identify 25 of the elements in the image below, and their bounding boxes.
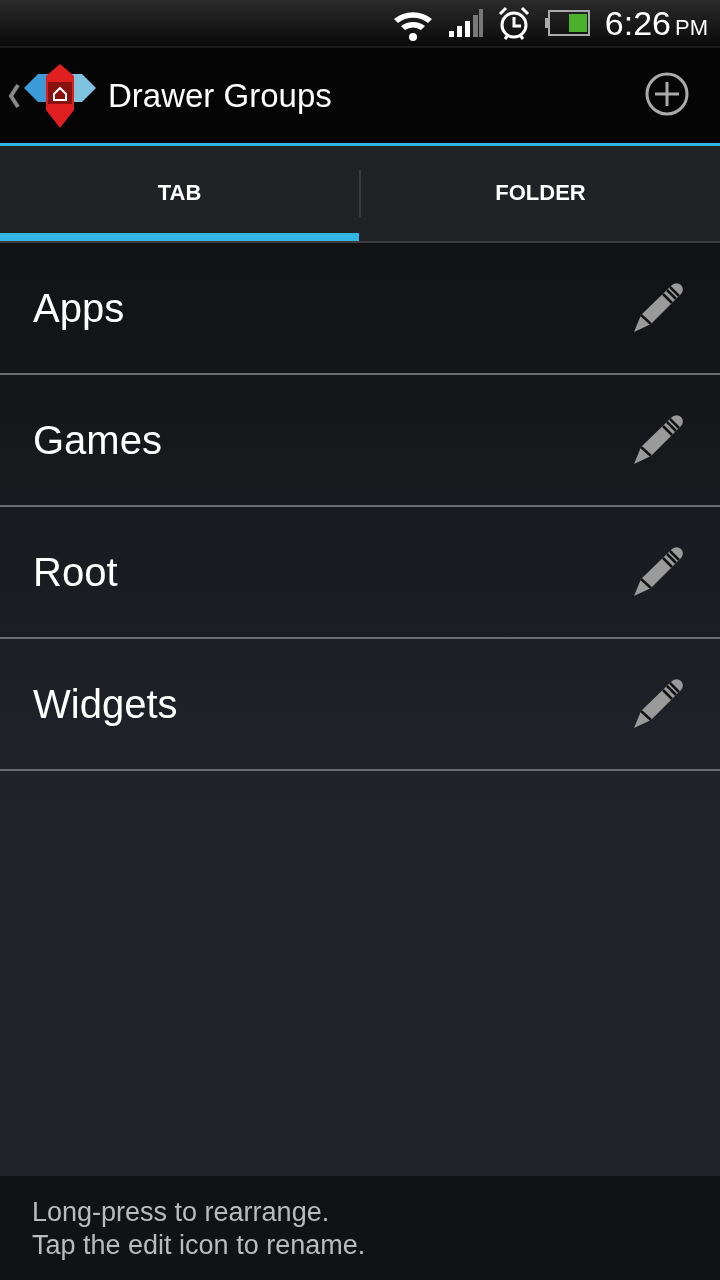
app-logo-icon <box>22 63 98 128</box>
pencil-icon <box>632 282 684 334</box>
edit-button[interactable] <box>632 546 684 598</box>
group-name[interactable]: Apps <box>33 285 632 331</box>
edit-button[interactable] <box>632 678 684 730</box>
group-name[interactable]: Games <box>33 417 632 463</box>
alarm-clock-icon <box>496 6 531 40</box>
edit-button[interactable] <box>632 414 684 466</box>
back-chevron-icon <box>8 82 20 109</box>
edit-button[interactable] <box>632 282 684 334</box>
hint-text: Long-press to rearrange. <box>32 1196 331 1229</box>
battery-icon <box>544 10 591 36</box>
pencil-icon <box>632 546 684 598</box>
group-name[interactable]: Widgets <box>33 681 632 727</box>
tab[interactable]: FOLDER <box>361 146 720 241</box>
pencil-icon <box>632 414 684 466</box>
signal-icon <box>448 9 483 37</box>
clock-time: 6:26 <box>604 3 671 43</box>
hint-text: Tap the edit icon to rename. <box>32 1229 367 1262</box>
add-icon <box>644 71 690 117</box>
up-button[interactable] <box>8 63 98 128</box>
clock-period: PM <box>675 14 708 41</box>
screen-title: Drawer Groups <box>108 76 333 115</box>
pencil-icon <box>632 678 684 730</box>
group-name[interactable]: Root <box>33 549 632 595</box>
